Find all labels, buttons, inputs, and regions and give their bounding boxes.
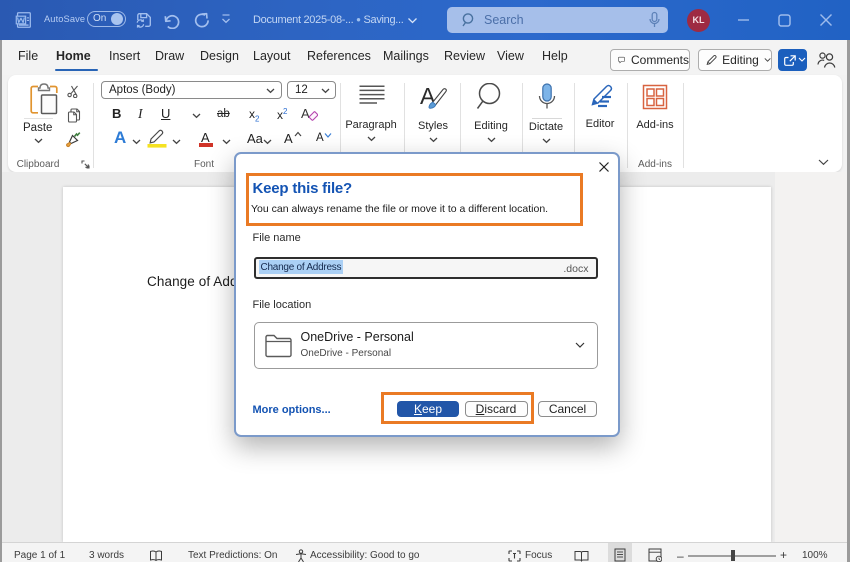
- svg-text:A: A: [301, 106, 310, 121]
